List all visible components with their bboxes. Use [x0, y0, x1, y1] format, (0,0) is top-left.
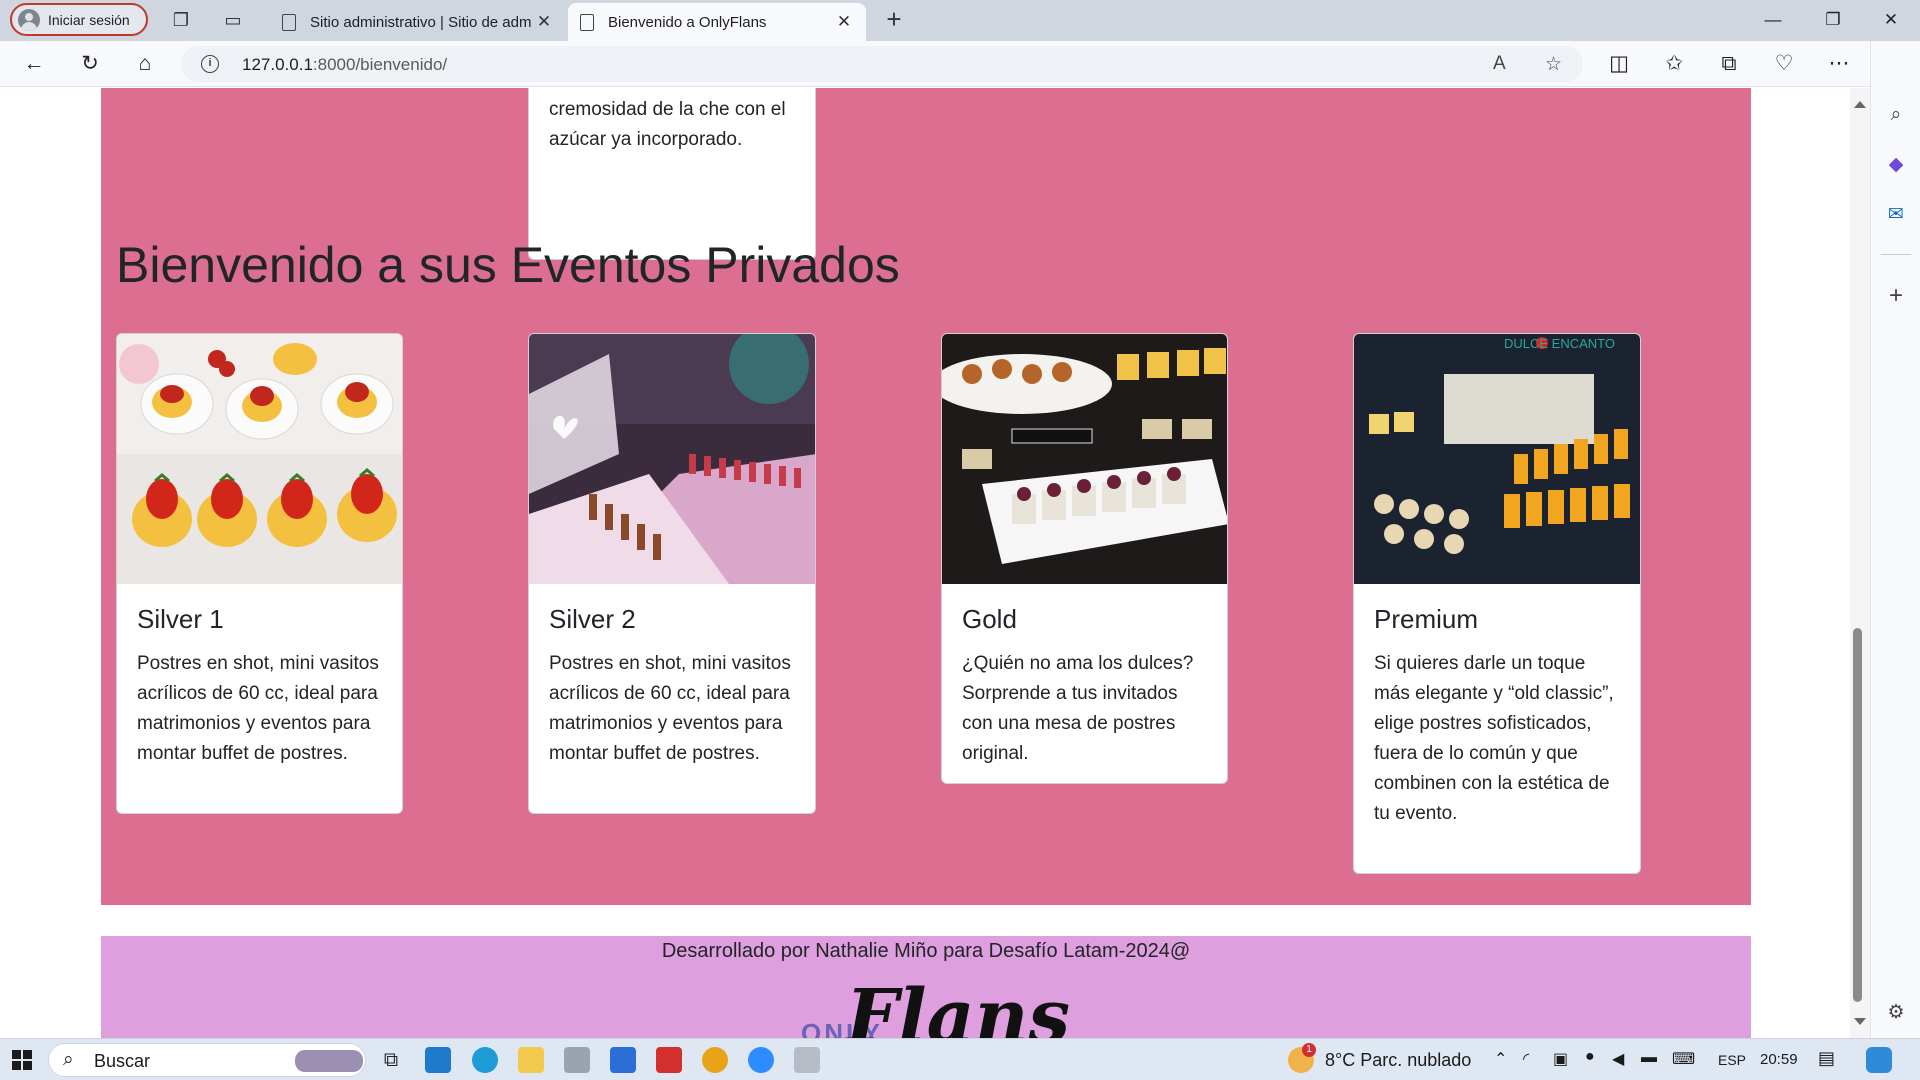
image-brand-text: DULCE ENCANTO: [1504, 336, 1615, 351]
copilot-taskbar-icon[interactable]: [1866, 1047, 1892, 1073]
zoom-icon[interactable]: [748, 1047, 774, 1073]
card-text: Si quieres darle un toque más elegante y…: [1374, 653, 1614, 824]
collections-icon[interactable]: ⧉: [1715, 50, 1743, 78]
scroll-down-arrow[interactable]: [1854, 1018, 1866, 1025]
edge-icon[interactable]: [472, 1047, 498, 1073]
address-bar[interactable]: i 127.0.0.1:8000/bienvenido/ A ☆: [181, 46, 1583, 82]
card-premium: DULCE ENCANTO Premium Si quieres darle u…: [1353, 333, 1641, 874]
read-aloud-icon[interactable]: A: [1493, 53, 1506, 75]
browser-essentials-icon[interactable]: ♡: [1770, 50, 1798, 78]
chrome-icon[interactable]: [702, 1047, 728, 1073]
tab-actions-icon[interactable]: ▭: [222, 9, 244, 31]
language-indicator[interactable]: ESP: [1718, 1052, 1746, 1068]
workspaces-icon[interactable]: ❐: [170, 9, 192, 31]
search-placeholder: Buscar: [94, 1051, 151, 1071]
close-window-button[interactable]: ✕: [1871, 6, 1911, 34]
card-gold: Gold ¿Quién no ama los dulces? Sorprende…: [941, 333, 1228, 784]
notepad-icon[interactable]: [794, 1047, 820, 1073]
windows-taskbar: ⌕ Buscar ⧉ 1 8°C Parc. nublado ⌃ ◜ ▣ ● ◀…: [0, 1038, 1920, 1080]
show-hidden-icons-icon[interactable]: ⌃: [1494, 1049, 1507, 1069]
file-explorer-icon[interactable]: [518, 1047, 544, 1073]
store-icon[interactable]: [610, 1047, 636, 1073]
tab-title: Bienvenido a OnlyFlans: [608, 13, 767, 31]
tab-title: Sitio administrativo | Sitio de adm: [310, 13, 532, 31]
previous-card-text: cremosidad de la che con el azúcar ya in…: [549, 99, 786, 150]
search-highlight-icon: [295, 1050, 363, 1072]
profile-button[interactable]: Iniciar sesión: [10, 3, 148, 36]
page-icon: [580, 13, 594, 31]
meet-icon[interactable]: ▣: [1553, 1049, 1568, 1069]
favorites-icon[interactable]: ✩: [1660, 50, 1688, 78]
acrobat-icon[interactable]: [656, 1047, 682, 1073]
footer-logo-flans: Flans: [846, 974, 1071, 1038]
card-title: Silver 1: [137, 604, 224, 634]
volume-icon[interactable]: ◀: [1612, 1049, 1624, 1069]
address-toolbar: ← ↻ ⌂ i 127.0.0.1:8000/bienvenido/ A ☆ ◫…: [0, 41, 1920, 87]
keyboard-icon[interactable]: ⌨: [1672, 1049, 1695, 1069]
notifications-icon[interactable]: ▤: [1818, 1048, 1835, 1069]
browser-tab-strip: Iniciar sesión ❐ ▭ Sitio administrativo …: [0, 0, 1920, 41]
tab-admin-site[interactable]: Sitio administrativo | Sitio de adm ✕: [270, 3, 566, 41]
dessert-buffet-image: [529, 334, 815, 584]
windows-start-icon[interactable]: [12, 1050, 32, 1070]
app-icon[interactable]: [564, 1047, 590, 1073]
premium-buffet-image: DULCE ENCANTO: [1354, 334, 1640, 584]
copilot-sidebar-icon[interactable]: ◆: [1884, 153, 1908, 177]
reload-button[interactable]: ↻: [76, 50, 104, 78]
mini-desserts-image: [942, 334, 1227, 584]
tab-onlyflans[interactable]: Bienvenido a OnlyFlans ✕: [568, 3, 866, 41]
profile-label: Iniciar sesión: [48, 11, 130, 28]
sidebar-settings-icon[interactable]: ⚙: [1884, 1001, 1908, 1025]
outlook-icon[interactable]: ✉: [1884, 203, 1908, 227]
section-title: Bienvenido a sus Eventos Privados: [116, 237, 900, 293]
clock-time[interactable]: 20:59: [1760, 1051, 1798, 1068]
add-sidebar-app-icon[interactable]: +: [1884, 284, 1908, 308]
more-options-icon[interactable]: ⋯: [1825, 50, 1853, 78]
avatar-icon: [18, 8, 40, 31]
page-viewport: cremosidad de la che con el azúcar ya in…: [0, 88, 1850, 1038]
card-title: Silver 2: [549, 604, 636, 634]
card-silver-2: Silver 2 Postres en shot, mini vasitos a…: [528, 333, 816, 814]
previous-card: cremosidad de la che con el azúcar ya in…: [528, 88, 816, 260]
card-silver-1: Silver 1 Postres en shot, mini vasitos a…: [116, 333, 403, 814]
search-icon[interactable]: ⌕: [1884, 103, 1908, 127]
search-icon: ⌕: [63, 1049, 74, 1070]
card-title: Gold: [962, 604, 1017, 634]
battery-icon[interactable]: ▬: [1641, 1049, 1657, 1067]
task-view-icon[interactable]: ⧉: [378, 1047, 404, 1073]
vscode-icon[interactable]: [425, 1047, 451, 1073]
sidebar-divider: [1881, 254, 1911, 255]
back-button[interactable]: ←: [20, 50, 48, 78]
card-text: ¿Quién no ama los dulces? Sorprende a tu…: [962, 653, 1194, 764]
weather-badge: 1: [1302, 1043, 1316, 1057]
flan-strawberry-image: [117, 334, 402, 584]
card-text: Postres en shot, mini vasitos acrílicos …: [549, 653, 791, 764]
footer-credit: Desarrollado por Nathalie Miño para Desa…: [661, 940, 1191, 962]
weather-text[interactable]: 8°C Parc. nublado: [1325, 1050, 1471, 1071]
new-tab-button[interactable]: +: [880, 6, 908, 34]
split-screen-icon[interactable]: ◫: [1605, 50, 1633, 78]
page-icon: [282, 13, 296, 31]
page-footer: Desarrollado por Nathalie Miño para Desa…: [101, 936, 1751, 1038]
microphone-icon[interactable]: ●: [1585, 1048, 1595, 1066]
card-title: Premium: [1374, 604, 1479, 634]
scroll-thumb[interactable]: [1853, 628, 1862, 1002]
taskbar-search[interactable]: ⌕ Buscar: [48, 1043, 366, 1077]
favorite-star-icon[interactable]: ☆: [1545, 53, 1562, 76]
wifi-icon[interactable]: ◜: [1523, 1049, 1529, 1069]
site-info-icon[interactable]: i: [201, 55, 219, 73]
close-tab-icon[interactable]: ✕: [534, 12, 554, 32]
page-scrollbar[interactable]: [1850, 88, 1870, 1038]
restore-button[interactable]: ❐: [1813, 6, 1853, 34]
card-text: Postres en shot, mini vasitos acrílicos …: [137, 653, 379, 764]
minimize-button[interactable]: —: [1753, 6, 1793, 34]
edge-sidebar: ⌕ ◆ ✉ + ⚙: [1870, 41, 1920, 1038]
scroll-up-arrow[interactable]: [1854, 101, 1866, 108]
close-tab-icon[interactable]: ✕: [834, 12, 854, 32]
home-button[interactable]: ⌂: [131, 50, 159, 78]
url-text[interactable]: 127.0.0.1:8000/bienvenido/: [242, 55, 447, 75]
